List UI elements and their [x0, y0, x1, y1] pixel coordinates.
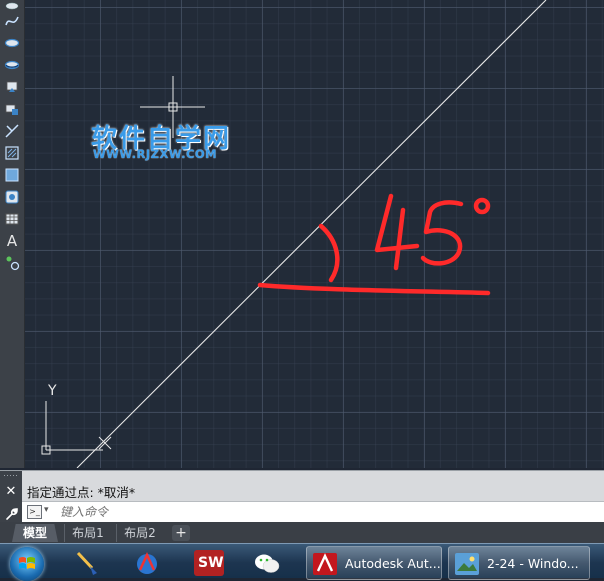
- paint-brush-icon[interactable]: [72, 550, 102, 576]
- make-block-tool-button[interactable]: [3, 100, 21, 118]
- wrench-icon[interactable]: [4, 507, 18, 521]
- taskbar-button-autocad[interactable]: Autodesk Aut...: [306, 546, 442, 580]
- command-input-bar: >_ ▾: [22, 501, 604, 522]
- photo-viewer-icon: [455, 553, 479, 575]
- add-selected-tool-button[interactable]: [3, 254, 21, 272]
- tab-layout1[interactable]: 布局1: [64, 524, 111, 542]
- point-icon: [5, 124, 19, 138]
- command-input[interactable]: [60, 503, 580, 520]
- drawing-svg: Y: [41, 0, 547, 468]
- multiline-text-tool-button[interactable]: A: [3, 232, 21, 250]
- start-button[interactable]: [10, 547, 44, 581]
- point-tool-button[interactable]: [3, 122, 21, 140]
- tab-model[interactable]: 模型: [12, 524, 58, 542]
- angle-baseline-mark: [257, 282, 491, 296]
- spline-tool-button[interactable]: [3, 12, 21, 30]
- command-prompt-icon[interactable]: >_: [27, 505, 42, 519]
- ellipse-arc-icon: [4, 60, 20, 70]
- ellipse-tool-button[interactable]: [3, 34, 21, 52]
- solidworks-icon[interactable]: SW: [194, 550, 224, 576]
- insert-block-tool-button[interactable]: [3, 78, 21, 96]
- hatch-tool-button[interactable]: [3, 144, 21, 162]
- watermark: 软件自学网 WWW.RJZXW.COM: [91, 118, 251, 164]
- compass-app-icon[interactable]: [132, 550, 162, 576]
- angle-arc-mark: [318, 223, 340, 283]
- chevron-down-icon[interactable]: ▾: [44, 505, 49, 515]
- close-icon[interactable]: ✕: [4, 485, 18, 499]
- windows-taskbar: SW Autodesk Aut... 2-24 - Windo...: [0, 543, 604, 581]
- taskbar-autocad-label: Autodesk Aut...: [345, 556, 441, 571]
- make-block-icon: [5, 104, 18, 115]
- multiline-text-icon: A: [6, 232, 18, 250]
- spline-icon: [5, 16, 19, 26]
- table-tool-button[interactable]: [3, 210, 21, 228]
- wechat-icon[interactable]: [252, 550, 282, 576]
- watermark-url: WWW.RJZXW.COM: [93, 147, 218, 161]
- gradient-icon: [5, 168, 19, 182]
- draw-toolbar: A: [0, 0, 25, 468]
- gradient-tool-button[interactable]: [3, 166, 21, 184]
- command-history-line: 指定通过点: *取消*: [27, 485, 136, 500]
- taskbar-button-photo-viewer[interactable]: 2-24 - Windo...: [448, 546, 590, 580]
- taskbar-photo-viewer-label: 2-24 - Windo...: [487, 556, 579, 571]
- region-tool-button[interactable]: [3, 188, 21, 206]
- ellipse-icon: [4, 38, 20, 48]
- region-icon: [5, 190, 19, 204]
- layout-tab-bar: 模型 布局1 布局2 +: [0, 522, 604, 543]
- command-line-panel: ✕ 指定通过点: *取消* >_ ▾: [0, 470, 604, 523]
- hatch-icon: [5, 146, 19, 160]
- drawing-canvas[interactable]: Y 软件自学网 WWW.RJZXW.COM: [25, 0, 604, 468]
- xline-45deg[interactable]: [76, 0, 547, 468]
- command-panel-handle[interactable]: ✕: [0, 471, 22, 523]
- angle-annotation: [257, 193, 491, 296]
- insert-block-icon: [6, 81, 18, 92]
- add-layout-button[interactable]: +: [172, 525, 190, 541]
- autocad-icon: [313, 553, 337, 575]
- ucs-icon: [41, 401, 112, 455]
- add-selected-icon: [6, 256, 20, 271]
- tab-layout2[interactable]: 布局2: [116, 524, 163, 542]
- ellipse-arc-tool-button[interactable]: [3, 56, 21, 74]
- ucs-y-label: Y: [47, 383, 57, 399]
- table-icon: [5, 213, 19, 225]
- windows-logo-icon: [19, 557, 35, 569]
- grip-icon[interactable]: [3, 474, 19, 477]
